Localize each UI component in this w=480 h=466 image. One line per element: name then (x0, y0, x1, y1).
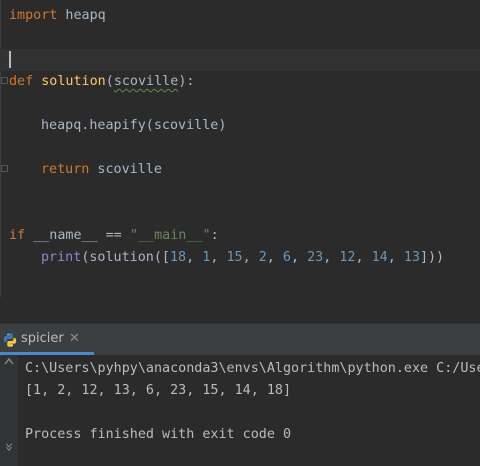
return-value: scoville (89, 162, 162, 177)
number-literal: 2 (258, 250, 267, 265)
keyword-import: import (9, 8, 58, 23)
editor-gutter (0, 0, 1, 297)
dunder-name: __name__ == (25, 228, 130, 243)
keyword-def: def (9, 74, 34, 89)
run-tool-header: spicier ✕ (0, 323, 480, 355)
main-string: "__main__" (129, 228, 211, 243)
parameter-scoville: scoville (113, 74, 179, 89)
code-line-import[interactable]: import heapq (9, 5, 106, 27)
print-open: (solution([ (81, 250, 170, 265)
current-line-highlight (0, 49, 480, 71)
number-literal: 23 (307, 250, 324, 265)
module-name: heapq (57, 8, 106, 23)
if-tail: : (210, 228, 219, 243)
text-caret (9, 51, 11, 68)
code-editor[interactable]: import heapq def solution(scoville): hea… (0, 0, 480, 297)
console-line-exit: Process finished with exit code 0 (25, 427, 292, 442)
fold-marker-return[interactable] (1, 165, 8, 172)
heapify-call: heapq.heapify(scoville) (41, 118, 227, 133)
scroll-to-end-icon[interactable] (4, 443, 14, 451)
print-close: ])) (419, 250, 445, 265)
run-tab-spicier[interactable]: spicier ✕ (0, 324, 94, 355)
console-toolbar (0, 355, 18, 466)
run-console[interactable]: C:\Users\pyhpy\anaconda3\envs\Algorithm\… (0, 355, 480, 466)
number-literal: 12 (339, 250, 356, 265)
number-literal: 1 (202, 250, 211, 265)
keyword-return: return (41, 162, 90, 177)
close-icon[interactable]: ✕ (69, 331, 80, 346)
code-line-if-main[interactable]: if __name__ == "__main__": (9, 225, 219, 247)
def-tail: ): (178, 74, 195, 89)
rerun-icon[interactable] (4, 357, 14, 365)
console-line-command: C:\Users\pyhpy\anaconda3\envs\Algorithm\… (25, 361, 480, 376)
number-literal: 18 (170, 250, 187, 265)
console-line-output: [1, 2, 12, 13, 6, 23, 15, 14, 18] (25, 383, 292, 398)
python-icon (2, 332, 18, 348)
number-literal: 14 (371, 250, 388, 265)
code-line-print[interactable]: print(solution([18, 1, 15, 2, 6, 23, 12,… (41, 247, 444, 269)
code-line-return[interactable]: return scoville (41, 159, 162, 181)
number-literal: 6 (282, 250, 291, 265)
code-line-heapify[interactable]: heapq.heapify(scoville) (41, 115, 226, 137)
fold-marker-def[interactable] (1, 77, 8, 84)
function-name: solution (41, 74, 106, 89)
code-line-def[interactable]: def solution(scoville): (9, 71, 194, 93)
builtin-print: print (41, 250, 82, 265)
number-literal: 15 (226, 250, 243, 265)
number-literal: 13 (403, 250, 420, 265)
editor-bottom-area (0, 297, 480, 323)
run-tab-label: spicier (21, 331, 64, 346)
keyword-if: if (9, 228, 26, 243)
